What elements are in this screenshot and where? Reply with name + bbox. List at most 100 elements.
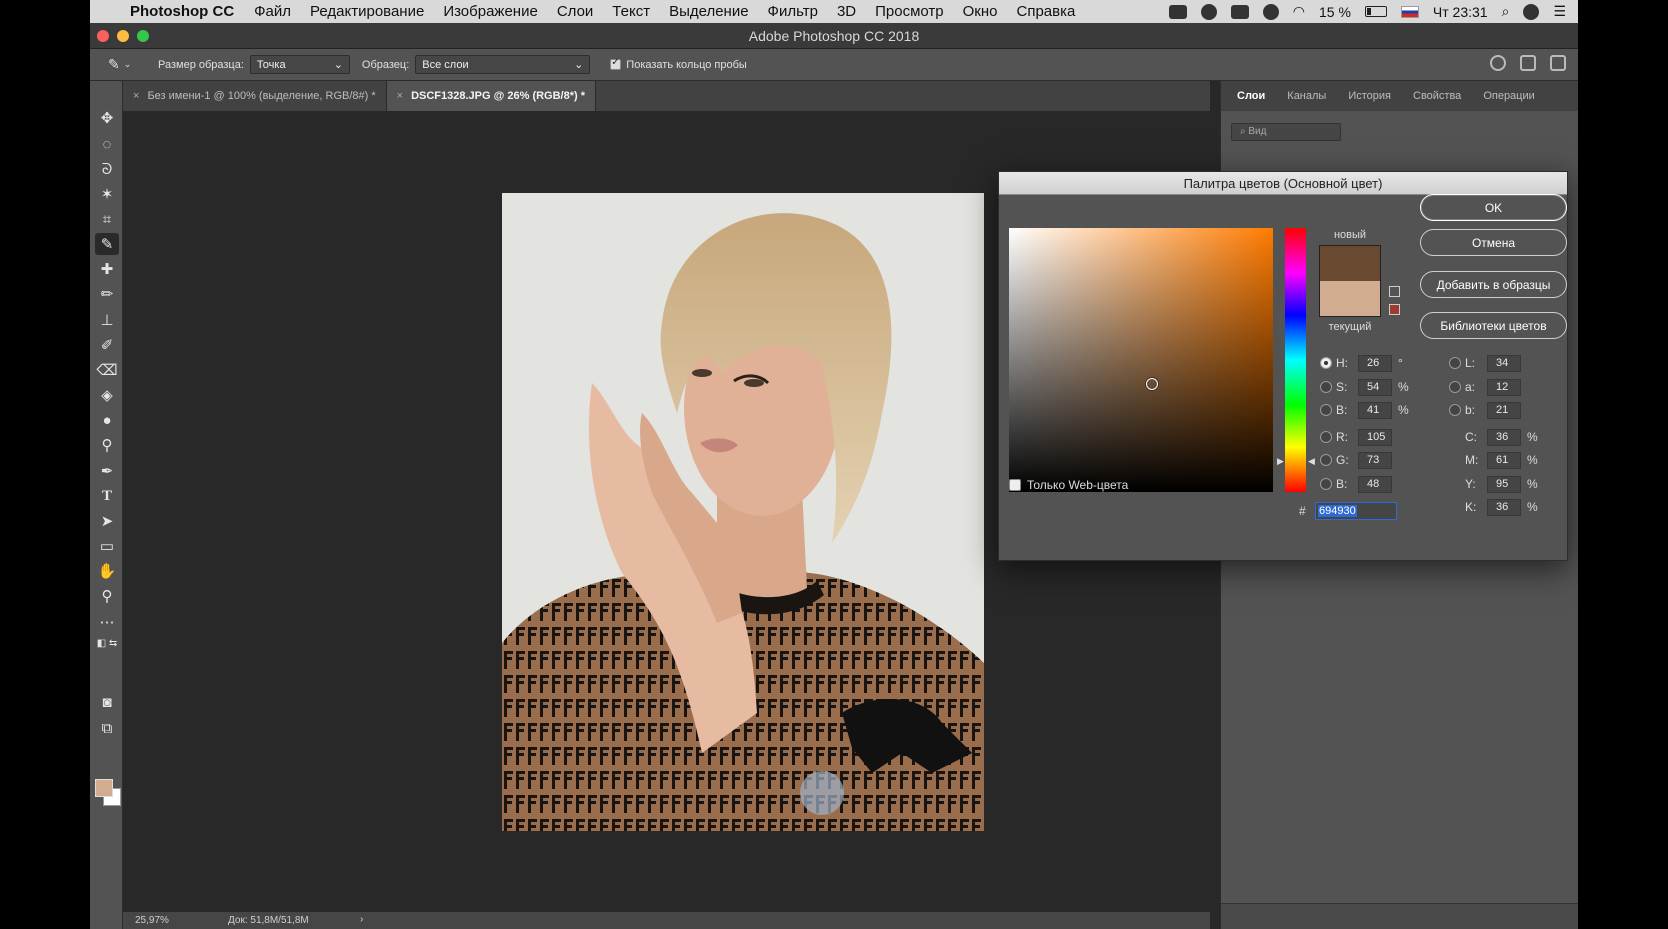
workspace-icon[interactable] bbox=[1520, 55, 1536, 71]
default-colors-icon[interactable]: ◧ ⇆ bbox=[95, 636, 119, 650]
eraser-tool-icon[interactable]: ⌫ bbox=[95, 359, 119, 381]
r-radio[interactable] bbox=[1320, 431, 1332, 443]
hex-input[interactable]: 694930 bbox=[1315, 502, 1397, 520]
s-radio[interactable] bbox=[1320, 381, 1332, 393]
current-color-swatch[interactable] bbox=[1319, 281, 1381, 317]
sync-icon[interactable] bbox=[1200, 3, 1217, 20]
b-lab-radio[interactable] bbox=[1449, 404, 1461, 416]
tab-dscf1328[interactable]: × DSCF1328.JPG @ 26% (RGB/8*) * bbox=[386, 81, 597, 111]
menu-3d[interactable]: 3D bbox=[837, 3, 856, 20]
m-input[interactable]: 61 bbox=[1487, 451, 1521, 469]
healing-brush-tool-icon[interactable]: ✚ bbox=[95, 258, 119, 280]
tab-channels[interactable]: Каналы bbox=[1287, 90, 1326, 102]
paint-bucket-tool-icon[interactable]: ◈ bbox=[95, 384, 119, 406]
menu-filter[interactable]: Фильтр bbox=[768, 3, 818, 20]
path-selection-tool-icon[interactable]: ➤ bbox=[95, 510, 119, 532]
bluetooth-icon[interactable] bbox=[1262, 3, 1279, 20]
type-tool-icon[interactable]: T bbox=[95, 485, 119, 507]
cloud-icon[interactable] bbox=[1230, 4, 1249, 19]
menu-file[interactable]: Файл bbox=[254, 3, 291, 20]
display-icon[interactable] bbox=[1168, 4, 1187, 19]
cancel-button[interactable]: Отмена bbox=[1420, 229, 1567, 256]
web-colors-only-checkbox[interactable] bbox=[1009, 479, 1021, 491]
spotlight-search-icon[interactable]: ⌕ bbox=[1502, 3, 1510, 20]
zoom-level[interactable]: 25,97% bbox=[135, 915, 169, 926]
stamp-tool-icon[interactable]: ⊥ bbox=[95, 309, 119, 331]
y-input[interactable]: 95 bbox=[1487, 475, 1521, 493]
hand-tool-icon[interactable]: ✋ bbox=[95, 560, 119, 582]
menu-type[interactable]: Текст bbox=[612, 3, 650, 20]
quick-mask-icon[interactable]: ◙ bbox=[95, 691, 119, 713]
out-of-gamut-warning-icon[interactable] bbox=[1389, 304, 1400, 315]
brightness-input[interactable]: 41 bbox=[1358, 401, 1392, 419]
l-input[interactable]: 34 bbox=[1487, 354, 1521, 372]
s-input[interactable]: 54 bbox=[1358, 378, 1392, 396]
a-radio[interactable] bbox=[1449, 381, 1461, 393]
menu-window[interactable]: Окно bbox=[963, 3, 998, 20]
blur-tool-icon[interactable]: ● bbox=[95, 409, 119, 431]
rectangle-tool-icon[interactable]: ▭ bbox=[95, 535, 119, 557]
ok-button[interactable]: OK bbox=[1420, 194, 1567, 221]
a-input[interactable]: 12 bbox=[1487, 378, 1521, 396]
input-source-flag-icon[interactable] bbox=[1400, 5, 1419, 18]
web-safe-warning-icon[interactable] bbox=[1389, 286, 1400, 297]
hue-slider-arrow-left[interactable]: ▶ bbox=[1277, 456, 1284, 467]
blue-radio[interactable] bbox=[1320, 478, 1332, 490]
notification-center-icon[interactable]: ☰ bbox=[1553, 3, 1566, 20]
tool-preset-picker[interactable]: ✎ ⌄ bbox=[108, 54, 158, 76]
share-icon[interactable] bbox=[1550, 55, 1566, 71]
c-input[interactable]: 36 bbox=[1487, 428, 1521, 446]
r-input[interactable]: 105 bbox=[1358, 428, 1392, 446]
magic-wand-tool-icon[interactable]: ✶ bbox=[95, 183, 119, 205]
dodge-tool-icon[interactable]: ⚲ bbox=[95, 434, 119, 456]
color-libraries-button[interactable]: Библиотеки цветов bbox=[1420, 312, 1567, 339]
foreground-color-swatch[interactable] bbox=[95, 779, 113, 797]
b-lab-input[interactable]: 21 bbox=[1487, 401, 1521, 419]
hue-slider[interactable] bbox=[1285, 228, 1306, 492]
siri-icon[interactable] bbox=[1523, 3, 1540, 20]
menu-help[interactable]: Справка bbox=[1017, 3, 1076, 20]
history-brush-tool-icon[interactable]: ✐ bbox=[95, 334, 119, 356]
color-field-marker[interactable] bbox=[1145, 377, 1158, 390]
web-colors-only-option[interactable]: Только Web-цвета bbox=[1009, 478, 1128, 492]
sample-select[interactable]: Все слои ⌄ bbox=[415, 55, 591, 74]
marquee-tool-icon[interactable]: ◌ bbox=[95, 133, 119, 155]
tab-properties[interactable]: Свойства bbox=[1413, 90, 1461, 102]
wifi-icon[interactable]: ◠ bbox=[1293, 3, 1305, 20]
pen-tool-icon[interactable]: ✒ bbox=[95, 460, 119, 482]
close-tab-icon[interactable]: × bbox=[397, 90, 403, 102]
h-input[interactable]: 26 bbox=[1358, 354, 1392, 372]
g-input[interactable]: 73 bbox=[1358, 451, 1392, 469]
g-radio[interactable] bbox=[1320, 454, 1332, 466]
lasso-tool-icon[interactable]: ᘐ bbox=[95, 158, 119, 180]
zoom-tool-icon[interactable]: ⚲ bbox=[95, 585, 119, 607]
hue-slider-arrow-right[interactable]: ◀ bbox=[1308, 456, 1315, 467]
menu-edit[interactable]: Редактирование bbox=[310, 3, 424, 20]
tab-history[interactable]: История bbox=[1348, 90, 1391, 102]
tab-layers[interactable]: Слои bbox=[1237, 90, 1265, 102]
menu-image[interactable]: Изображение bbox=[443, 3, 538, 20]
h-radio[interactable] bbox=[1320, 357, 1332, 369]
clock[interactable]: Чт 23:31 bbox=[1433, 4, 1488, 20]
photo-portrait-woman[interactable] bbox=[502, 193, 984, 831]
tab-actions[interactable]: Операции bbox=[1483, 90, 1534, 102]
more-tools-icon[interactable]: ⋯ bbox=[95, 611, 119, 633]
menu-layers[interactable]: Слои bbox=[557, 3, 593, 20]
chevron-right-icon[interactable]: › bbox=[360, 914, 363, 925]
k-input[interactable]: 36 bbox=[1487, 498, 1521, 516]
add-to-swatches-button[interactable]: Добавить в образцы bbox=[1420, 271, 1567, 298]
brush-tool-icon[interactable]: ✏ bbox=[95, 283, 119, 305]
sample-size-select[interactable]: Точка ⌄ bbox=[249, 55, 350, 74]
screen-mode-icon[interactable]: ⧉ bbox=[95, 717, 119, 739]
close-tab-icon[interactable]: × bbox=[133, 90, 139, 102]
crop-tool-icon[interactable]: ⌗ bbox=[95, 208, 119, 230]
brightness-radio[interactable] bbox=[1320, 404, 1332, 416]
battery-icon[interactable] bbox=[1364, 6, 1387, 17]
saturation-brightness-field[interactable] bbox=[1009, 228, 1273, 492]
show-sampling-ring-checkbox[interactable] bbox=[610, 57, 622, 70]
menu-view[interactable]: Просмотр bbox=[875, 3, 944, 20]
blue-input[interactable]: 48 bbox=[1358, 475, 1392, 493]
move-tool-icon[interactable]: ✥ bbox=[95, 107, 119, 129]
layer-filter-select[interactable]: ⌕ Вид bbox=[1231, 123, 1341, 141]
tab-untitled-1[interactable]: × Без имени-1 @ 100% (выделение, RGB/8#)… bbox=[123, 81, 387, 111]
